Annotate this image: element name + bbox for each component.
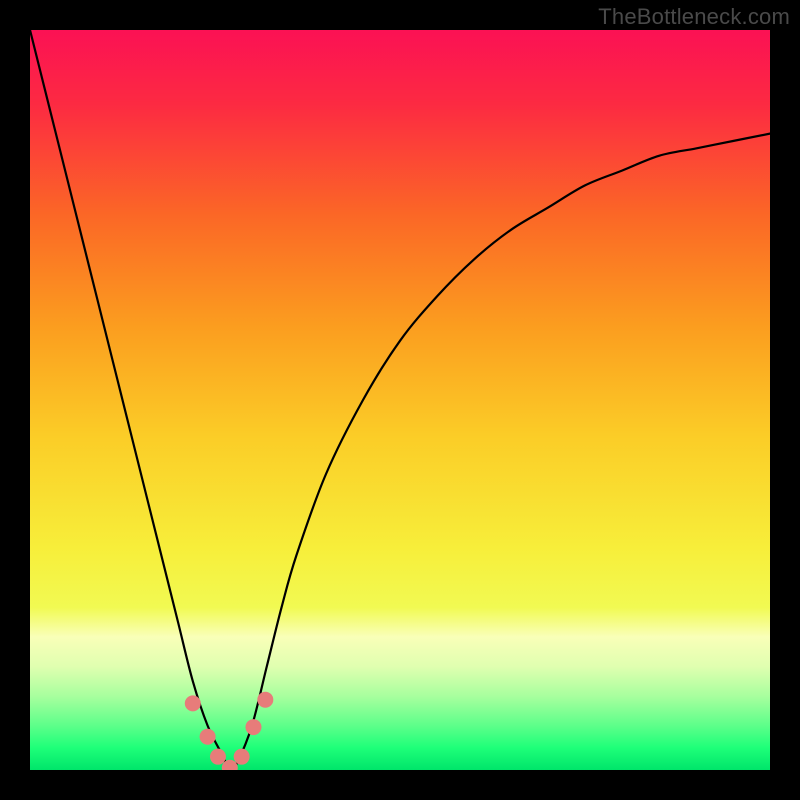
chart-area (30, 30, 770, 770)
watermark-text: TheBottleneck.com (598, 4, 790, 30)
highlight-dot (234, 749, 250, 765)
highlight-dot (200, 729, 216, 745)
highlight-dots (30, 30, 770, 770)
highlight-dot (257, 692, 273, 708)
highlight-dot (210, 749, 226, 765)
highlight-dot (245, 719, 261, 735)
highlight-dot (185, 695, 201, 711)
